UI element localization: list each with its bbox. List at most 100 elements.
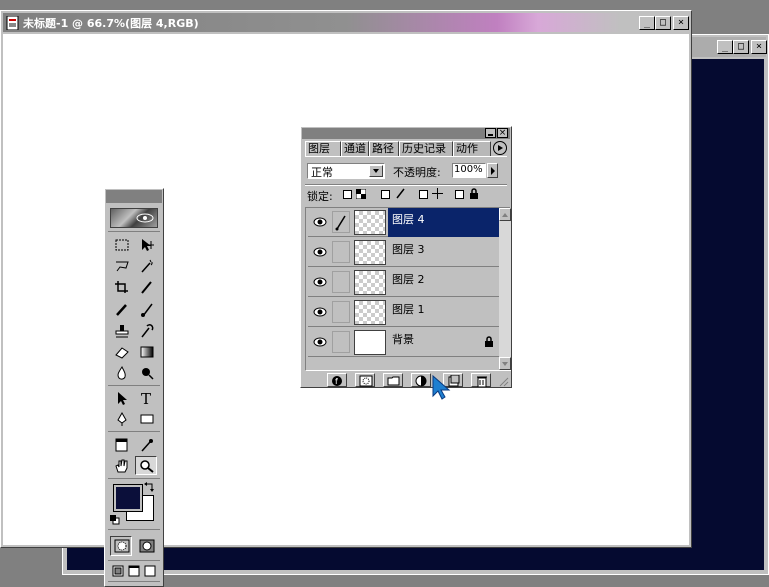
tab-paths[interactable]: 路径: [369, 141, 399, 156]
cursor-arrow-icon: [432, 374, 451, 400]
eraser-tool[interactable]: [110, 342, 132, 361]
layer-row[interactable]: 图层 3: [308, 238, 500, 267]
eye-icon[interactable]: [310, 331, 330, 353]
tab-layers[interactable]: 图层: [305, 141, 341, 156]
layer-row[interactable]: 图层 4: [308, 208, 500, 237]
delete-layer-button[interactable]: [471, 373, 491, 387]
layers-scrollbar[interactable]: [499, 208, 511, 370]
brush-icon: [335, 215, 346, 231]
document-title: 未标题-1 @ 66.7%(图层 4,RGB): [23, 17, 199, 30]
document-icon: [6, 16, 19, 30]
foreground-color-swatch[interactable]: [113, 484, 143, 512]
crop-tool[interactable]: [110, 277, 132, 296]
link-cell[interactable]: [332, 271, 350, 293]
layers-panel[interactable]: × 图层 通道 路径 历史记录 动作 正常 不透明度: 100% 锁定: 图层 …: [300, 126, 512, 388]
add-mask-button[interactable]: [355, 373, 375, 387]
swap-colors-icon[interactable]: [144, 481, 156, 493]
opacity-input[interactable]: 100%: [452, 163, 486, 178]
opacity-label: 不透明度:: [393, 166, 441, 179]
brush-tool[interactable]: [135, 300, 157, 319]
eye-icon[interactable]: [310, 271, 330, 293]
panel-close-button[interactable]: ×: [497, 128, 508, 138]
maximize-button[interactable]: □: [655, 16, 671, 30]
screen-mode-full-button[interactable]: [142, 563, 157, 579]
opacity-slider-button[interactable]: [487, 163, 498, 178]
document-titlebar[interactable]: 未标题-1 @ 66.7%(图层 4,RGB): [3, 13, 689, 32]
layer-style-button[interactable]: f: [327, 373, 347, 387]
toolbox-titlebar[interactable]: [106, 190, 162, 203]
scroll-up-button[interactable]: [499, 208, 511, 221]
lasso-tool[interactable]: [110, 256, 132, 275]
eye-icon[interactable]: [310, 301, 330, 323]
blend-mode-dropdown-button[interactable]: [369, 165, 383, 177]
hand-tool[interactable]: [110, 456, 132, 475]
eye-icon[interactable]: [310, 211, 330, 233]
type-tool[interactable]: T: [135, 388, 157, 407]
layer-name[interactable]: 图层 4: [388, 208, 500, 237]
slice-tool[interactable]: [135, 277, 157, 296]
adjustment-layer-button[interactable]: [411, 373, 431, 387]
zoom-tool[interactable]: [135, 456, 157, 475]
panel-minimize-button[interactable]: [485, 128, 496, 138]
tab-actions[interactable]: 动作: [453, 141, 491, 156]
link-cell[interactable]: [332, 241, 350, 263]
layer-thumbnail: [354, 300, 386, 325]
default-colors-icon[interactable]: [110, 515, 120, 525]
background-minimize-button[interactable]: _: [717, 40, 733, 54]
layer-row[interactable]: 图层 1: [308, 298, 500, 327]
layers-list[interactable]: 图层 4 图层 3 图层 2 图层 1 背景: [305, 207, 511, 371]
minimize-button[interactable]: _: [639, 16, 655, 30]
brush-icon: [396, 188, 405, 199]
tab-history[interactable]: 历史记录: [399, 141, 453, 156]
chevron-down-icon: [373, 169, 379, 173]
blend-mode-select[interactable]: 正常: [307, 163, 385, 179]
layer-name[interactable]: 图层 1: [388, 298, 500, 327]
tab-channels[interactable]: 通道: [341, 141, 369, 156]
layer-row[interactable]: 背景: [308, 328, 500, 357]
marquee-tool[interactable]: [110, 235, 132, 254]
arrow-down-icon: [502, 362, 508, 366]
magic-wand-tool[interactable]: [135, 256, 157, 275]
layer-name[interactable]: 图层 2: [388, 268, 500, 297]
blur-tool[interactable]: [110, 363, 132, 382]
new-set-button[interactable]: [383, 373, 403, 387]
layers-panel-titlebar[interactable]: [302, 128, 510, 139]
clone-stamp-tool[interactable]: [110, 321, 132, 340]
scroll-down-button[interactable]: [499, 357, 511, 370]
move-icon: [432, 188, 443, 199]
lock-position-checkbox[interactable]: [419, 190, 428, 199]
brush-link-cell[interactable]: [332, 211, 350, 233]
resize-grip-icon[interactable]: [499, 377, 509, 387]
lock-image-checkbox[interactable]: [381, 190, 390, 199]
link-cell[interactable]: [332, 301, 350, 323]
link-cell[interactable]: [332, 331, 350, 353]
screen-mode-fullmenu-button[interactable]: [126, 563, 141, 579]
standard-mode-button[interactable]: [110, 536, 132, 556]
close-button[interactable]: ×: [673, 16, 689, 30]
eyedropper-tool[interactable]: [135, 435, 157, 454]
healing-brush-tool[interactable]: [110, 300, 132, 319]
adobe-logo-button[interactable]: [110, 208, 158, 228]
quick-mask-mode-button[interactable]: [135, 536, 157, 556]
dodge-tool[interactable]: [135, 363, 157, 382]
layer-name[interactable]: 图层 3: [388, 238, 500, 267]
layer-row[interactable]: 图层 2: [308, 268, 500, 297]
rectangle-tool[interactable]: [135, 409, 157, 428]
pen-tool[interactable]: [110, 409, 132, 428]
background-close-button[interactable]: ×: [751, 40, 767, 54]
notes-tool[interactable]: [110, 435, 132, 454]
color-swatches: [110, 481, 158, 525]
background-maximize-button[interactable]: □: [733, 40, 749, 54]
history-brush-tool[interactable]: [135, 321, 157, 340]
toolbox-panel[interactable]: T: [104, 188, 164, 587]
screen-mode-standard-button[interactable]: [110, 563, 125, 579]
panel-tabs: 图层 通道 路径 历史记录 动作: [305, 141, 507, 156]
move-tool[interactable]: [135, 235, 157, 254]
eye-icon[interactable]: [310, 241, 330, 263]
lock-transparency-checkbox[interactable]: [343, 190, 352, 199]
layers-bottom-bar: f: [305, 371, 511, 387]
lock-all-checkbox[interactable]: [455, 190, 464, 199]
path-selection-tool[interactable]: [110, 388, 132, 407]
panel-menu-button[interactable]: [493, 141, 507, 155]
gradient-tool[interactable]: [135, 342, 157, 361]
